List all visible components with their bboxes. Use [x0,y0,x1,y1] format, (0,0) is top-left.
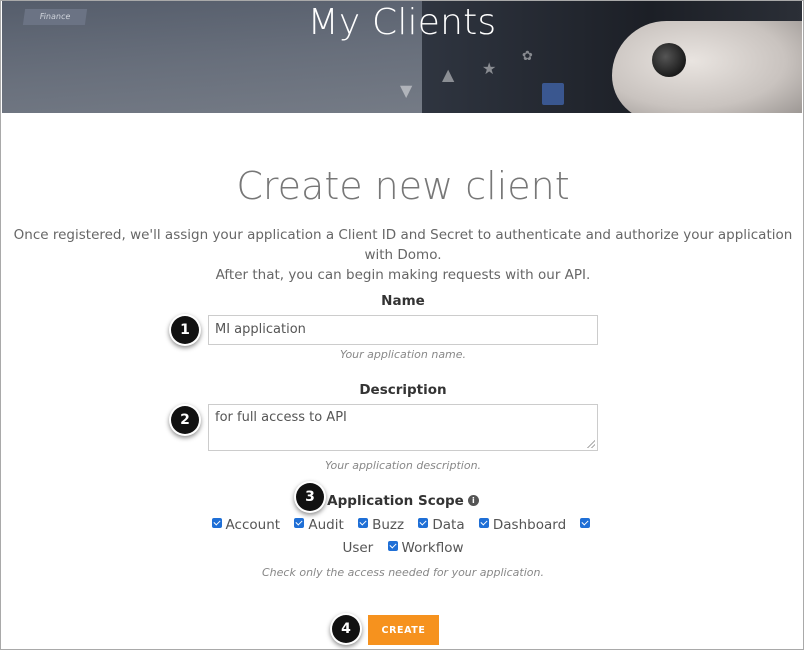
name-label: Name [381,293,425,309]
form-intro: Once registered, we'll assign your appli… [1,225,803,285]
step-marker-4: 4 [332,615,360,643]
checkbox-checked-icon[interactable] [580,518,591,528]
checkbox-checked-icon[interactable] [478,518,489,528]
intro-line-1: Once registered, we'll assign your appli… [13,227,793,263]
checkbox-checked-icon[interactable] [358,518,369,528]
scope-label: Application Scope [327,493,464,509]
checkbox-checked-icon[interactable] [418,518,429,528]
scope-option-data[interactable]: Data [418,517,465,533]
scope-option-label: Buzz [372,517,405,533]
scope-option-label: Dashboard [492,517,567,533]
description-hint: Your application description. [324,459,482,472]
banner-knob-image [652,43,686,77]
scope-option-label: Account [225,517,281,533]
scope-hint: Check only the access needed for your ap… [262,566,544,579]
name-hint: Your application name. [339,348,467,361]
step-marker-2: 2 [171,406,199,434]
scope-option-workflow[interactable]: Workflow [387,540,464,556]
checkbox-checked-icon[interactable] [387,541,398,551]
description-textarea[interactable]: for full access to API [208,404,598,451]
banner-star-icon: ★ [482,59,497,78]
description-value: for full access to API [215,410,347,425]
resize-grip-icon[interactable] [587,440,595,448]
scope-option-buzz[interactable]: Buzz [358,517,404,533]
scope-option-audit[interactable]: Audit [294,517,344,533]
checkbox-checked-icon[interactable] [211,518,222,528]
name-input[interactable]: MI application [208,315,598,345]
banner-filter-icon: ▼ [400,81,413,100]
scope-option-user[interactable]: User [342,540,373,556]
scope-option-label: Data [432,517,465,533]
checkbox-checked-icon[interactable] [294,518,305,528]
scope-label-row: Application Scope i [1,493,803,509]
banner-bell-icon: ▲ [442,65,455,84]
scope-option-user-checkbox[interactable] [580,517,594,533]
scope-option-label: User [342,540,374,556]
banner-badge [542,83,564,105]
intro-line-2: After that, you can begin making request… [215,267,591,283]
scope-option-dashboard[interactable]: Dashboard [478,517,567,533]
scope-checkbox-row-2: User Workflow [1,540,803,556]
page-title: My Clients [307,2,497,43]
scope-option-label: Workflow [401,540,464,556]
create-button[interactable]: CREATE [368,615,439,645]
banner-gear-icon: ✿ [522,49,533,64]
browser-frame: Finance ▼ ▲ ★ ✿ My Clients Create new cl… [0,0,804,650]
scope-checkbox-row-1: Account Audit Buzz Data Dashboard [1,517,803,533]
info-icon[interactable]: i [467,495,479,506]
form-title: Create new client [236,164,570,208]
scope-option-account[interactable]: Account [211,517,281,533]
description-label: Description [359,382,447,398]
scope-option-label: Audit [308,517,344,533]
header-banner: Finance ▼ ▲ ★ ✿ My Clients [2,1,802,113]
step-marker-1: 1 [171,316,199,344]
